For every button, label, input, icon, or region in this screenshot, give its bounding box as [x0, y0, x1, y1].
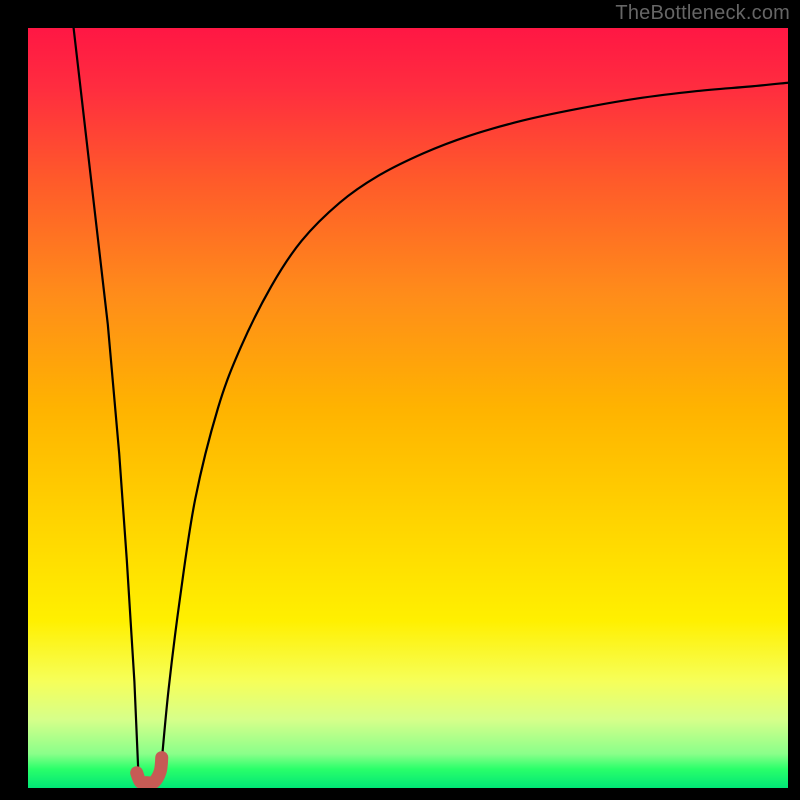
- chart-svg: [28, 28, 788, 788]
- chart-frame: TheBottleneck.com: [0, 0, 800, 800]
- watermark-text: TheBottleneck.com: [615, 2, 790, 25]
- gradient-background: [28, 28, 788, 788]
- plot-area: [28, 28, 788, 788]
